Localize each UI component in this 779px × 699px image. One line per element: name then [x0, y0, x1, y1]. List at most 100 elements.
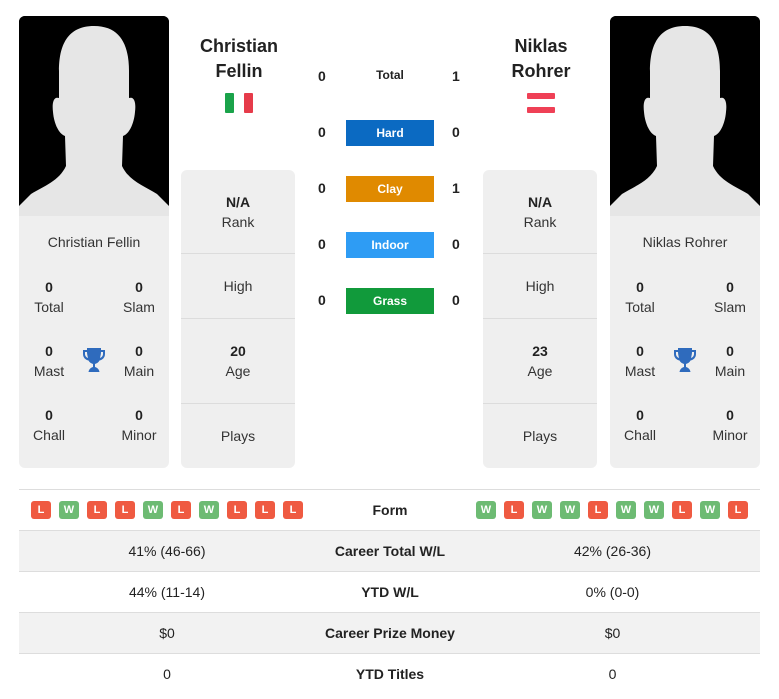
prize-money-label: Career Prize Money — [325, 625, 455, 641]
player-silhouette-icon — [610, 16, 760, 216]
player1-challenger-titles: 0 Chall — [33, 407, 65, 443]
career-prize-money-row: $0 Career Prize Money $0 — [19, 613, 760, 654]
h2h-hard-row: 0 Hard 0 — [310, 120, 470, 146]
player2-titles-card: Niklas Rohrer 0 Total 0 Slam 0 Mast 0 Main 0… — [610, 216, 760, 468]
player1-minor-titles: 0 Minor — [121, 407, 157, 443]
form-loss-badge[interactable]: L — [728, 501, 748, 519]
player1-first-name[interactable]: Christian — [174, 34, 304, 59]
player2-name[interactable]: Niklas Rohrer — [610, 234, 760, 250]
surface-indoor-badge[interactable]: Indoor — [346, 232, 434, 258]
player1-photo — [19, 16, 169, 216]
player2-prize-money: $0 — [604, 625, 621, 641]
h2h-p2-grass: 0 — [452, 292, 460, 308]
form-loss-badge[interactable]: L — [227, 501, 247, 519]
player2-first-name[interactable]: Niklas — [476, 34, 606, 59]
form-loss-badge[interactable]: L — [672, 501, 692, 519]
form-loss-badge[interactable]: L — [283, 501, 303, 519]
form-win-badge[interactable]: W — [59, 501, 79, 519]
form-win-badge[interactable]: W — [476, 501, 496, 519]
h2h-total-label: Total — [376, 68, 404, 82]
form-loss-badge[interactable]: L — [588, 501, 608, 519]
player1-age: 20 Age — [181, 319, 295, 404]
player1-rank: N/A Rank — [181, 170, 295, 254]
player1-prize-money: $0 — [159, 625, 175, 641]
player1-info-card: N/A Rank High 20 Age Plays — [181, 170, 295, 468]
form-win-badge[interactable]: W — [560, 501, 580, 519]
italy-flag-icon — [225, 93, 253, 113]
form-loss-badge[interactable]: L — [31, 501, 51, 519]
form-loss-badge[interactable]: L — [87, 501, 107, 519]
player2-form: W L W W L W W L W L — [476, 501, 748, 519]
player2-last-name[interactable]: Rohrer — [476, 59, 606, 84]
form-win-badge[interactable]: W — [143, 501, 163, 519]
h2h-grass-row: 0 Grass 0 — [310, 288, 470, 314]
player2-main-titles: 0 Main — [714, 343, 746, 379]
player2-info-card: N/A Rank High 23 Age Plays — [483, 170, 597, 468]
player1-ytd-wl: 44% (11-14) — [128, 584, 205, 600]
player-silhouette-icon — [19, 16, 169, 216]
form-win-badge[interactable]: W — [700, 501, 720, 519]
player1-header: Christian Fellin — [174, 34, 304, 113]
form-row: L W L L W L W L L L Form W L W W L W W L… — [19, 490, 760, 531]
surface-hard-badge[interactable]: Hard — [346, 120, 434, 146]
ytd-wl-row: 44% (11-14) YTD W/L 0% (0-0) — [19, 572, 760, 613]
player1-plays: Plays — [220, 428, 256, 444]
player2-ytd-titles: 0 — [608, 666, 617, 682]
form-label: Form — [372, 502, 408, 518]
player1-slam-titles: 0 Slam — [123, 279, 155, 315]
player2-total-titles: 0 Total — [625, 279, 655, 315]
player1-ytd-titles: 0 — [163, 666, 171, 682]
career-total-wl-row: 41% (46-66) Career Total W/L 42% (26-36) — [19, 531, 760, 572]
comparison-table: L W L L W L W L L L Form W L W W L W W L… — [19, 489, 760, 695]
player2-photo — [610, 16, 760, 216]
ytd-titles-label: YTD Titles — [355, 666, 425, 682]
player1-form: L W L L W L W L L L — [31, 501, 303, 519]
player2-slam-titles: 0 Slam — [714, 279, 746, 315]
player2-header: Niklas Rohrer — [476, 34, 606, 113]
player2-challenger-titles: 0 Chall — [624, 407, 656, 443]
player1-masters-titles: 0 Mast — [33, 343, 65, 379]
form-win-badge[interactable]: W — [199, 501, 219, 519]
form-loss-badge[interactable]: L — [504, 501, 524, 519]
player1-total-titles: 0 Total — [34, 279, 64, 315]
player2-rank: N/A Rank — [483, 170, 597, 254]
h2h-p2-indoor: 0 — [452, 236, 460, 252]
ytd-titles-row: 0 YTD Titles 0 — [19, 654, 760, 695]
h2h-p2-clay: 1 — [452, 180, 460, 196]
form-loss-badge[interactable]: L — [171, 501, 191, 519]
h2h-p1-hard: 0 — [318, 124, 326, 140]
h2h-clay-row: 0 Clay 1 — [310, 176, 470, 202]
form-win-badge[interactable]: W — [644, 501, 664, 519]
form-loss-badge[interactable]: L — [115, 501, 135, 519]
player2-career-wl: 42% (26-36) — [573, 543, 652, 559]
player1-career-wl: 41% (46-66) — [128, 543, 206, 559]
player1-titles-card: Christian Fellin 0 Total 0 Slam 0 Mast 0 Mai… — [19, 216, 169, 468]
player2-ytd-wl: 0% (0-0) — [585, 584, 640, 600]
form-win-badge[interactable]: W — [616, 501, 636, 519]
h2h-total-row: 0 Total 1 — [310, 64, 470, 90]
trophy-icon — [83, 348, 105, 372]
player2-plays: Plays — [522, 428, 558, 444]
form-win-badge[interactable]: W — [532, 501, 552, 519]
player1-name[interactable]: Christian Fellin — [19, 234, 169, 250]
surface-grass-badge[interactable]: Grass — [346, 288, 434, 314]
player2-high: High — [483, 254, 597, 319]
player2-age: 23 Age — [483, 319, 597, 404]
h2h-p1-indoor: 0 — [318, 236, 326, 252]
form-loss-badge[interactable]: L — [255, 501, 275, 519]
h2h-p1-grass: 0 — [318, 292, 326, 308]
h2h-p1-total: 0 — [318, 68, 326, 84]
player1-main-titles: 0 Main — [123, 343, 155, 379]
trophy-icon — [674, 348, 696, 372]
player1-last-name[interactable]: Fellin — [174, 59, 304, 84]
career-wl-label: Career Total W/L — [334, 543, 446, 559]
player2-minor-titles: 0 Minor — [712, 407, 748, 443]
player1-high: High — [181, 254, 295, 319]
h2h-p2-total: 1 — [452, 68, 460, 84]
h2h-p1-clay: 0 — [318, 180, 326, 196]
h2h-indoor-row: 0 Indoor 0 — [310, 232, 470, 258]
austria-flag-icon — [527, 93, 555, 113]
player2-masters-titles: 0 Mast — [624, 343, 656, 379]
h2h-p2-hard: 0 — [452, 124, 460, 140]
surface-clay-badge[interactable]: Clay — [346, 176, 434, 202]
